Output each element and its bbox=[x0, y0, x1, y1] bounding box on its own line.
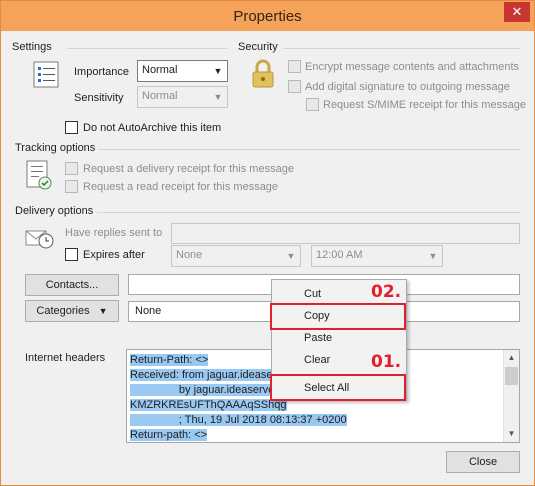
expires-date-value: None bbox=[176, 249, 203, 261]
internet-headers-label: Internet headers bbox=[25, 352, 106, 364]
do-not-autoarchive-checkbox[interactable] bbox=[65, 121, 78, 134]
chevron-down-icon: ▼ bbox=[428, 251, 438, 261]
divider bbox=[283, 48, 520, 49]
expires-time-select[interactable]: 12:00 AM ▼ bbox=[311, 245, 443, 267]
divider bbox=[67, 48, 227, 49]
header-line: Return-path: <> bbox=[130, 429, 208, 441]
read-receipt-label: Request a read receipt for this message bbox=[83, 181, 279, 193]
chevron-down-icon: ▼ bbox=[213, 66, 223, 76]
window-title: Properties bbox=[233, 8, 302, 25]
select-all-highlight-box bbox=[270, 374, 406, 401]
divider bbox=[97, 212, 520, 213]
scroll-down-icon[interactable]: ▼ bbox=[504, 426, 519, 441]
delivery-heading: Delivery options bbox=[15, 205, 94, 217]
sensitivity-value: Normal bbox=[142, 90, 178, 102]
chevron-down-icon: ▼ bbox=[286, 251, 296, 261]
expires-label: Expires after bbox=[83, 249, 145, 261]
dialog-body: Settings Importance Normal ▼ Sensitivity… bbox=[9, 31, 526, 479]
title-bar: Properties ✕ bbox=[1, 1, 534, 31]
close-icon[interactable]: ✕ bbox=[504, 2, 530, 22]
encrypt-label: Encrypt message contents and attachments bbox=[305, 61, 520, 73]
digital-signature-checkbox[interactable] bbox=[288, 80, 301, 93]
divider bbox=[98, 149, 520, 150]
digital-signature-label: Add digital signature to outgoing messag… bbox=[305, 81, 510, 93]
smime-receipt-label: Request S/MIME receipt for this message bbox=[323, 99, 526, 111]
expires-checkbox[interactable] bbox=[65, 248, 78, 261]
importance-label: Importance bbox=[74, 66, 130, 78]
do-not-autoarchive-label: Do not AutoArchive this item bbox=[83, 122, 222, 134]
header-line: KMZRKREsUFThQAAAqSShqg bbox=[130, 399, 287, 411]
delivery-clock-icon bbox=[25, 230, 54, 249]
read-receipt-checkbox[interactable] bbox=[65, 180, 78, 193]
header-line: ; Thu, 19 Jul 2018 08:13:37 +0200 bbox=[130, 414, 347, 426]
step-2-annotation: 02. bbox=[371, 282, 402, 302]
close-button[interactable]: Close bbox=[446, 451, 520, 473]
chevron-down-icon: ▼ bbox=[213, 92, 223, 102]
tracking-heading: Tracking options bbox=[15, 142, 96, 154]
categories-value: None bbox=[135, 305, 162, 317]
header-line: by jaguar.ideaserve bbox=[130, 384, 275, 396]
security-heading: Security bbox=[238, 41, 278, 53]
scroll-thumb[interactable] bbox=[505, 367, 518, 385]
categories-button[interactable]: Categories ▼ bbox=[25, 300, 119, 322]
settings-list-icon bbox=[33, 61, 59, 88]
headers-scrollbar[interactable]: ▲ ▼ bbox=[503, 350, 519, 442]
expires-date-select[interactable]: None ▼ bbox=[171, 245, 301, 267]
step-1-annotation: 01. bbox=[371, 352, 402, 372]
dropdown-arrow-icon: ▼ bbox=[98, 306, 108, 316]
sensitivity-label: Sensitivity bbox=[74, 92, 124, 104]
replies-to-field[interactable] bbox=[171, 223, 520, 244]
encrypt-checkbox[interactable] bbox=[288, 60, 301, 73]
delivery-receipt-checkbox[interactable] bbox=[65, 162, 78, 175]
smime-receipt-checkbox[interactable] bbox=[306, 98, 319, 111]
delivery-receipt-label: Request a delivery receipt for this mess… bbox=[83, 163, 294, 175]
contacts-button[interactable]: Contacts... bbox=[25, 274, 119, 296]
header-line: Received: from jaguar.ideaserv bbox=[130, 369, 282, 381]
copy-highlight-box bbox=[270, 303, 406, 330]
importance-value: Normal bbox=[142, 64, 178, 76]
menu-item-paste[interactable]: Paste bbox=[272, 327, 406, 349]
properties-window: Properties ✕ Settings Importance Normal … bbox=[0, 0, 535, 486]
header-line: Return-Path: <> bbox=[130, 354, 209, 366]
tracking-checklist-icon bbox=[26, 160, 52, 190]
sensitivity-select[interactable]: Normal ▼ bbox=[137, 86, 228, 108]
scroll-up-icon[interactable]: ▲ bbox=[504, 350, 519, 365]
lock-icon bbox=[252, 59, 274, 88]
replies-label: Have replies sent to bbox=[65, 227, 163, 239]
settings-heading: Settings bbox=[12, 41, 52, 53]
importance-select[interactable]: Normal ▼ bbox=[137, 60, 228, 82]
expires-time-value: 12:00 AM bbox=[316, 249, 363, 261]
categories-button-label: Categories bbox=[36, 305, 90, 317]
